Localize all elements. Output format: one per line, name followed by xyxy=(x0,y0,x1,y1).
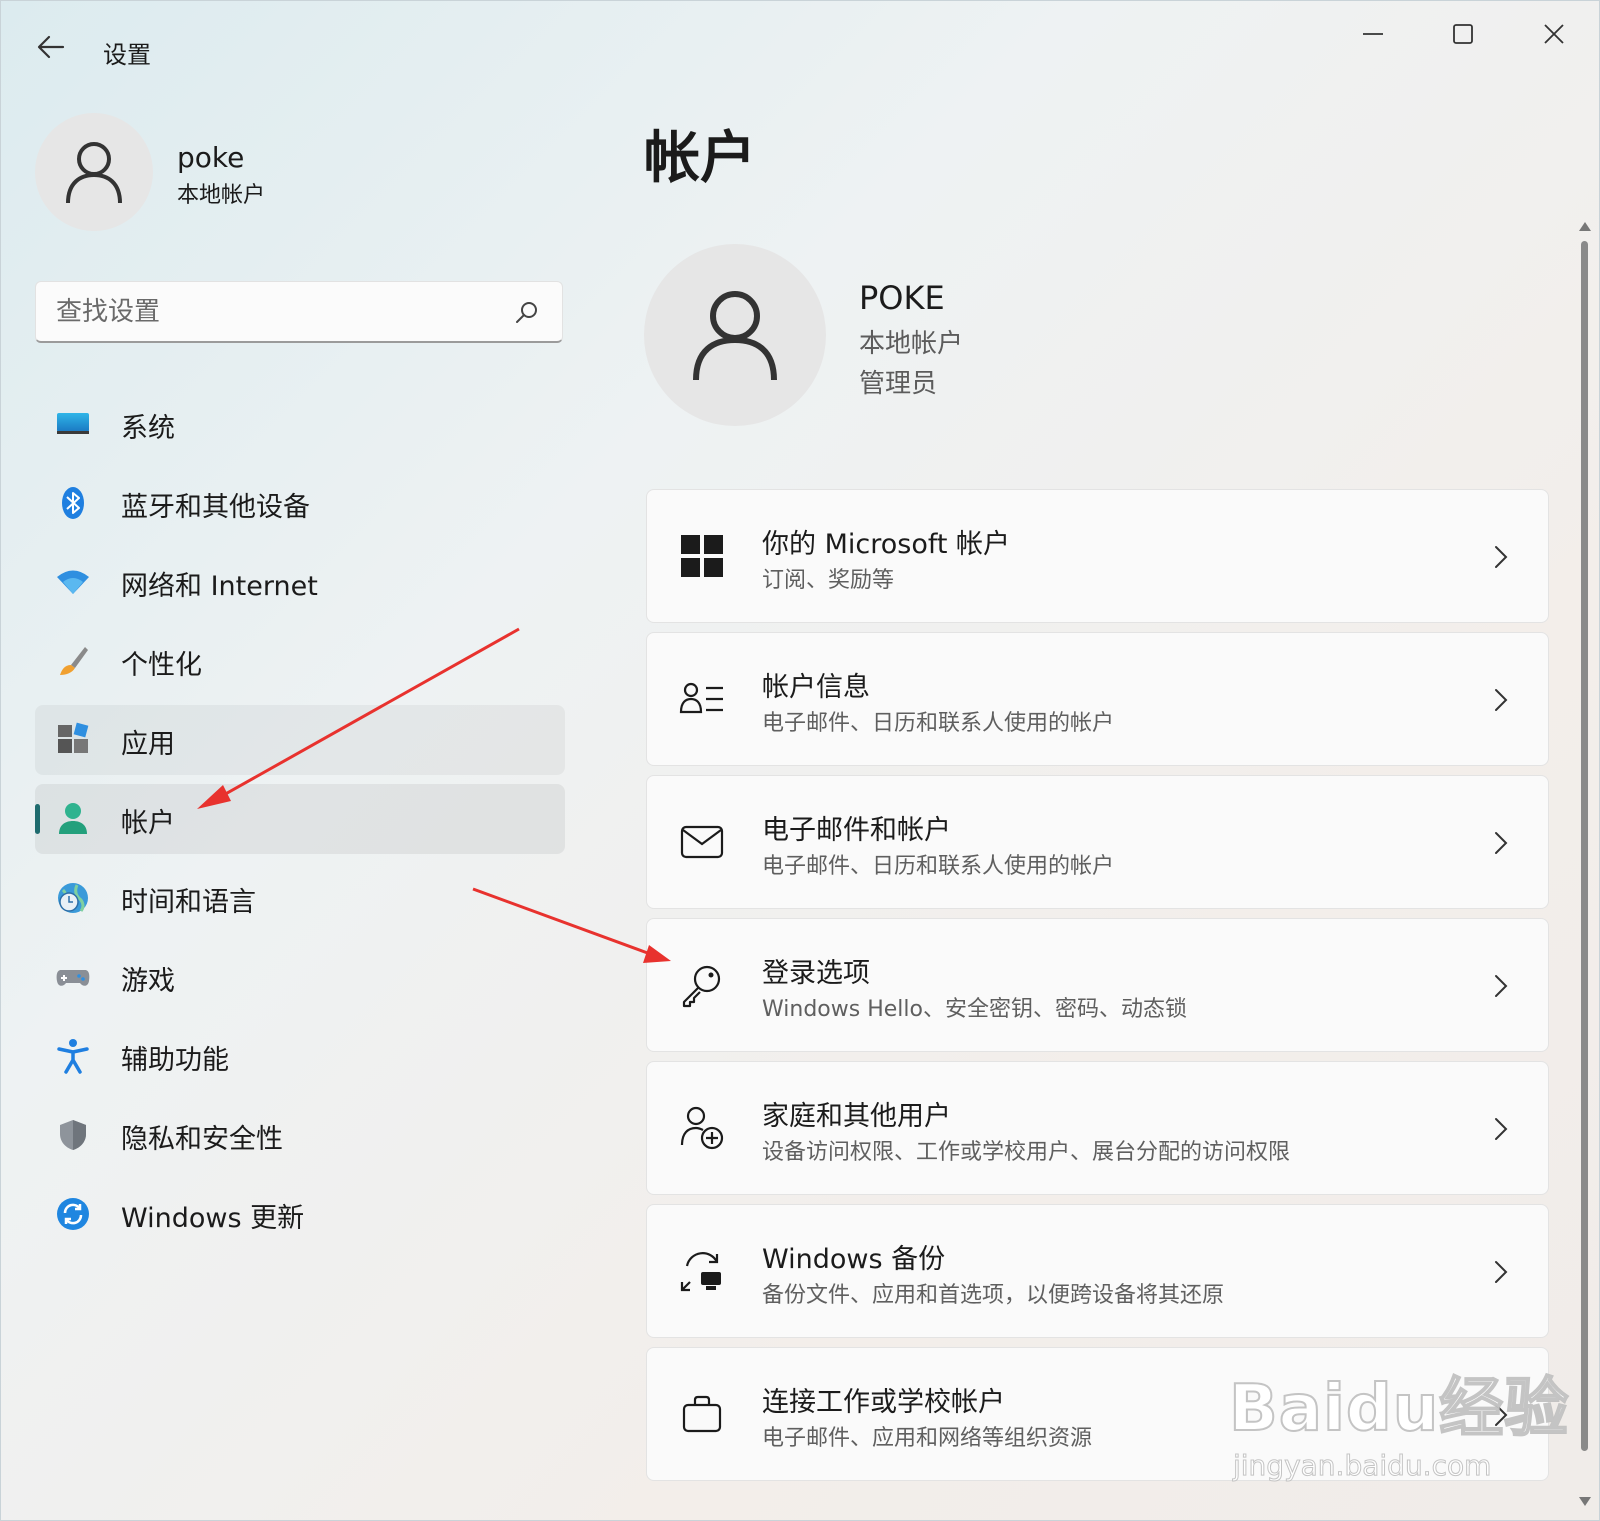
card-title: 连接工作或学校帐户 xyxy=(762,1387,1005,1418)
account-avatar xyxy=(644,244,826,426)
card-title: 你的 Microsoft 帐户 xyxy=(762,529,1011,560)
chevron-right-icon xyxy=(1495,832,1508,854)
apps-icon xyxy=(58,722,89,753)
accessibility-icon xyxy=(57,1039,89,1074)
update-icon xyxy=(57,1198,89,1230)
scroll-down-arrow-icon[interactable] xyxy=(1578,1495,1592,1509)
card-subtitle: 电子邮件、日历和联系人使用的帐户 xyxy=(762,711,1115,736)
account-info-icon xyxy=(679,682,723,714)
briefcase-icon xyxy=(682,1395,722,1433)
sidebar-item-label: 蓝牙和其他设备 xyxy=(121,492,310,523)
close-button[interactable] xyxy=(1524,19,1584,49)
add-user-icon xyxy=(680,1106,724,1150)
sidebar-item-label: 帐户 xyxy=(121,808,175,839)
sidebar-item-label: 应用 xyxy=(121,729,175,760)
watermark-url: jingyan.baidu.com xyxy=(1232,1449,1492,1483)
account-type: 本地帐户 xyxy=(859,329,964,359)
sidebar-item-label: 游戏 xyxy=(121,966,175,997)
system-icon xyxy=(57,413,89,434)
account-role: 管理员 xyxy=(859,369,938,399)
card-subtitle: 电子邮件、日历和联系人使用的帐户 xyxy=(762,854,1115,879)
sidebar-item-bluetooth[interactable]: 蓝牙和其他设备 xyxy=(35,468,565,538)
sidebar-item-label: 辅助功能 xyxy=(121,1045,229,1076)
sidebar-item-label: 隐私和安全性 xyxy=(121,1124,283,1155)
sidebar-item-label: 时间和语言 xyxy=(121,887,256,918)
baidu-watermark: Baidu经验 jingyan.baidu.com xyxy=(1228,1347,1569,1497)
card-microsoft-account[interactable]: 你的 Microsoft 帐户 订阅、奖励等 xyxy=(646,489,1549,623)
page-title: 帐户 xyxy=(644,126,756,191)
sidebar-item-system[interactable]: 系统 xyxy=(35,389,565,459)
card-title: 电子邮件和帐户 xyxy=(762,815,951,846)
sidebar-item-label: 系统 xyxy=(121,413,175,444)
user-account-type: 本地帐户 xyxy=(177,183,266,208)
search-input[interactable] xyxy=(54,290,498,334)
watermark-logo: Baidu经验 xyxy=(1228,1371,1570,1447)
sidebar-item-apps[interactable]: 应用 xyxy=(35,705,565,775)
sidebar-item-network[interactable]: 网络和 Internet xyxy=(35,547,565,617)
card-windows-backup[interactable]: Windows 备份 备份文件、应用和首选项，以便跨设备将其还原 xyxy=(646,1204,1549,1338)
key-icon xyxy=(682,965,721,1008)
sidebar-item-label: 网络和 Internet xyxy=(121,571,318,602)
card-subtitle: Windows Hello、安全密钥、密码、动态锁 xyxy=(762,997,1187,1022)
windows-logo-icon xyxy=(681,535,723,577)
bluetooth-icon xyxy=(62,487,84,519)
card-title: 帐户信息 xyxy=(762,672,870,703)
avatar[interactable] xyxy=(35,113,153,231)
wifi-icon xyxy=(57,570,89,594)
card-title: Windows 备份 xyxy=(762,1244,946,1275)
card-title: 家庭和其他用户 xyxy=(762,1101,951,1132)
card-family-other-users[interactable]: 家庭和其他用户 设备访问权限、工作或学校用户、展台分配的访问权限 xyxy=(646,1061,1549,1195)
sidebar-item-label: 个性化 xyxy=(121,650,202,681)
search-box[interactable] xyxy=(35,281,563,343)
brush-icon xyxy=(60,647,88,675)
chevron-right-icon xyxy=(1495,1261,1508,1283)
card-email-accounts[interactable]: 电子邮件和帐户 电子邮件、日历和联系人使用的帐户 xyxy=(646,775,1549,909)
scrollbar-thumb[interactable] xyxy=(1581,241,1588,1451)
sidebar-item-privacy[interactable]: 隐私和安全性 xyxy=(35,1100,565,1170)
person-icon xyxy=(693,291,777,381)
sidebar-item-time-language[interactable]: 时间和语言 xyxy=(35,863,565,933)
account-icon xyxy=(59,803,87,834)
gamepad-icon xyxy=(56,970,90,986)
maximize-button[interactable] xyxy=(1433,19,1493,49)
selection-indicator xyxy=(35,804,40,834)
card-subtitle: 设备访问权限、工作或学校用户、展台分配的访问权限 xyxy=(762,1140,1291,1165)
card-account-info[interactable]: 帐户信息 电子邮件、日历和联系人使用的帐户 xyxy=(646,632,1549,766)
card-title: 登录选项 xyxy=(762,958,870,989)
chevron-right-icon xyxy=(1495,1118,1508,1140)
scroll-up-arrow-icon[interactable] xyxy=(1578,219,1592,233)
minimize-button[interactable] xyxy=(1343,19,1403,49)
chevron-right-icon xyxy=(1495,546,1508,568)
settings-window: 设置 poke 本地帐户 系统 蓝牙和其他设备 网络和 Internet 个性化… xyxy=(0,0,1600,1521)
mail-icon xyxy=(680,825,724,859)
account-name: POKE xyxy=(859,279,945,317)
time-language-icon xyxy=(58,883,88,913)
chevron-right-icon xyxy=(1495,975,1508,997)
sidebar-item-accessibility[interactable]: 辅助功能 xyxy=(35,1021,565,1091)
card-subtitle: 电子邮件、应用和网络等组织资源 xyxy=(762,1426,1093,1451)
sidebar-item-windows-update[interactable]: Windows 更新 xyxy=(35,1179,565,1249)
person-icon xyxy=(66,142,122,204)
sidebar-item-personalization[interactable]: 个性化 xyxy=(35,626,565,696)
sidebar-item-gaming[interactable]: 游戏 xyxy=(35,942,565,1012)
sidebar-item-accounts[interactable]: 帐户 xyxy=(35,784,565,854)
window-title: 设置 xyxy=(103,41,151,69)
search-icon[interactable] xyxy=(514,299,540,325)
card-subtitle: 备份文件、应用和首选项，以便跨设备将其还原 xyxy=(762,1283,1225,1308)
card-sign-in-options[interactable]: 登录选项 Windows Hello、安全密钥、密码、动态锁 xyxy=(646,918,1549,1052)
backup-icon xyxy=(680,1252,721,1292)
shield-icon xyxy=(60,1120,86,1150)
sidebar-item-label: Windows 更新 xyxy=(121,1203,305,1234)
back-arrow-icon[interactable] xyxy=(35,31,67,63)
chevron-right-icon xyxy=(1495,689,1508,711)
user-name: poke xyxy=(177,141,245,174)
card-subtitle: 订阅、奖励等 xyxy=(762,568,895,593)
